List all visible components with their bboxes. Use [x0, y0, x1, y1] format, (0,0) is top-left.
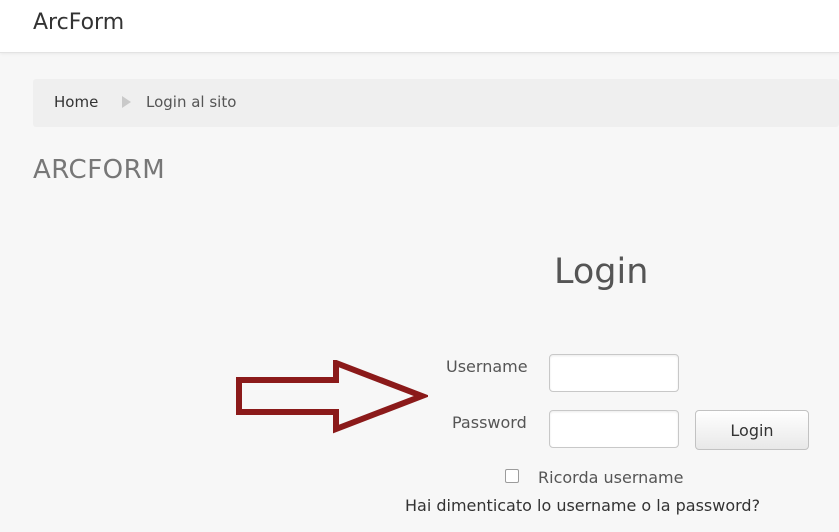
username-label: Username — [446, 357, 528, 376]
remember-username-label[interactable]: Ricorda username — [538, 468, 683, 487]
password-label: Password — [452, 413, 527, 432]
login-button[interactable]: Login — [695, 410, 809, 450]
breadcrumb-current: Login al sito — [146, 93, 237, 111]
breadcrumb-home-link[interactable]: Home — [54, 93, 98, 111]
remember-username-checkbox[interactable] — [505, 469, 519, 483]
navbar: ArcForm — [0, 0, 839, 53]
brand-link[interactable]: ArcForm — [33, 10, 124, 35]
login-title: Login — [554, 252, 649, 292]
page-heading: ARCFORM — [33, 155, 166, 185]
breadcrumb: Home Login al sito — [33, 79, 839, 127]
right-arrow-icon — [236, 360, 428, 434]
username-input[interactable] — [549, 354, 679, 392]
forgot-password-link[interactable]: Hai dimenticato lo username o la passwor… — [405, 496, 760, 515]
breadcrumb-separator-icon — [122, 96, 131, 108]
password-input[interactable] — [549, 410, 679, 448]
